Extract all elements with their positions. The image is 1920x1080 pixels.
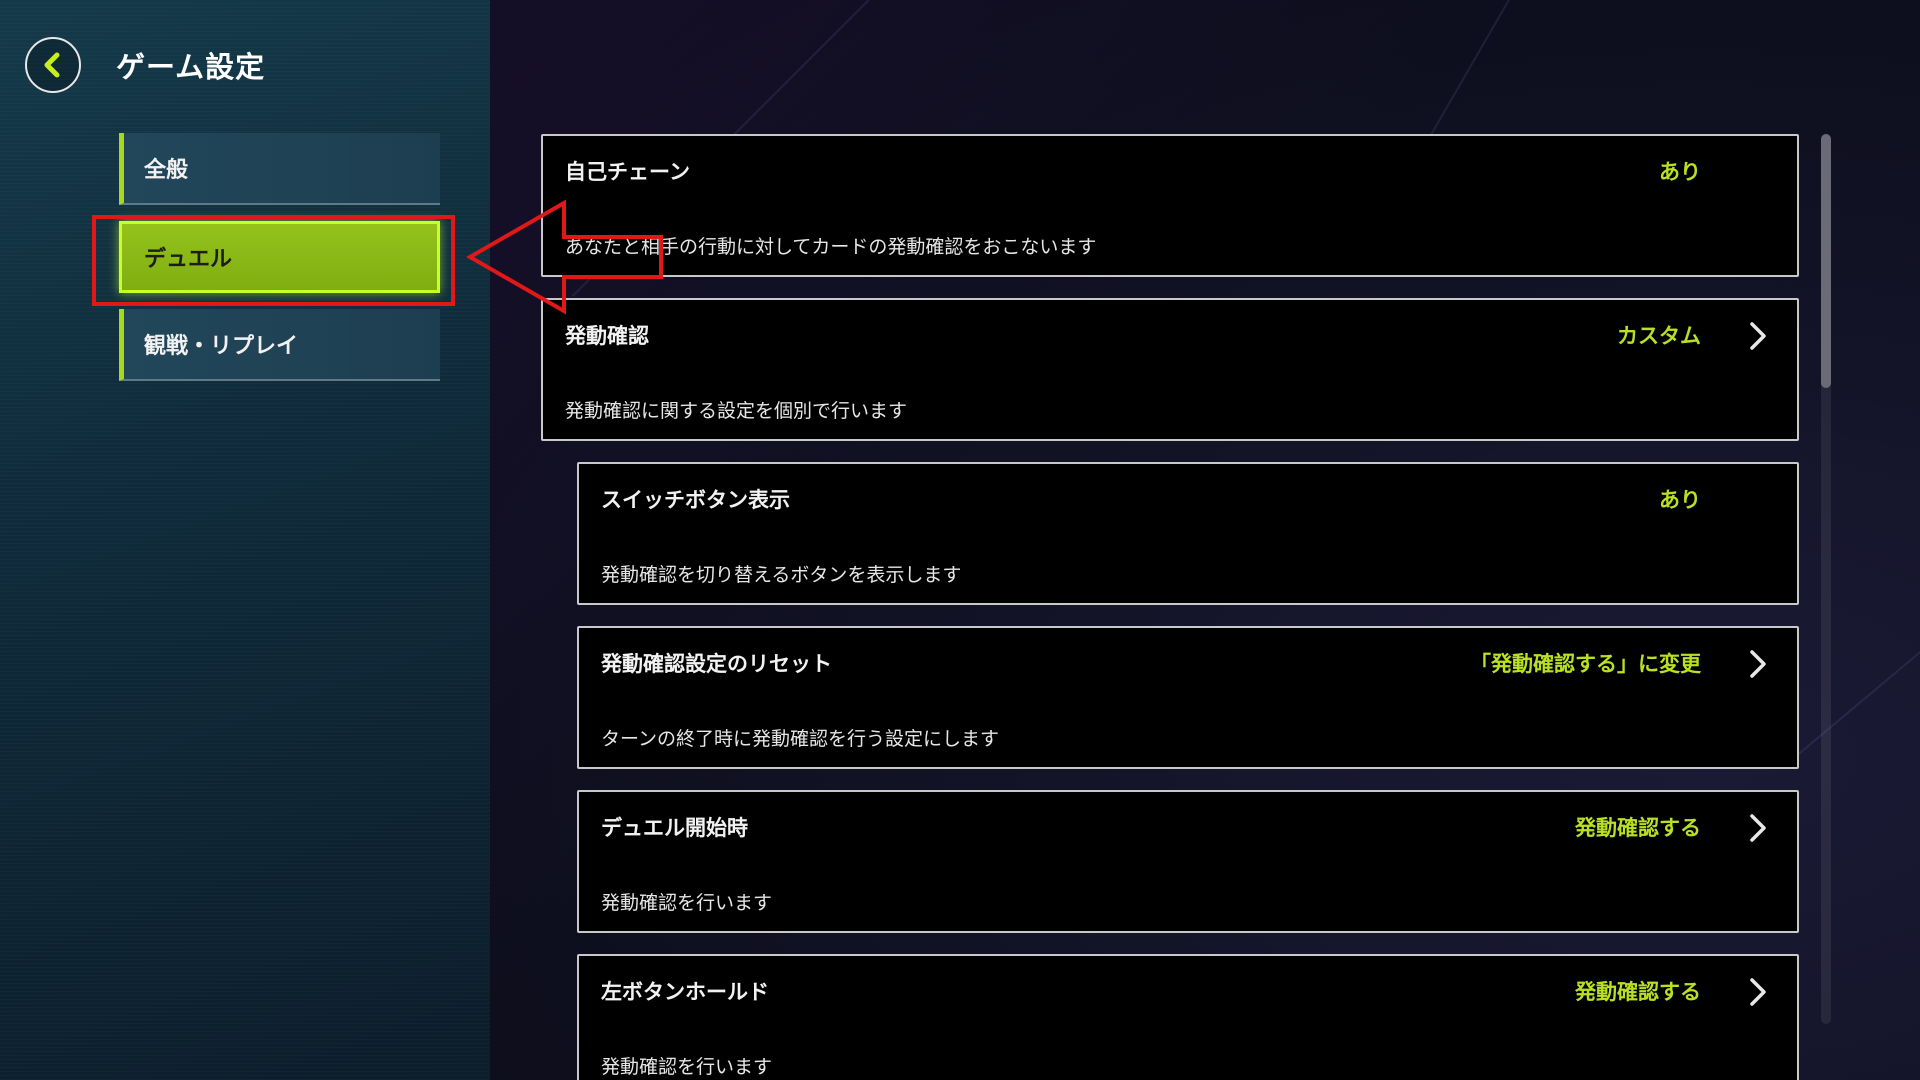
setting-activation-confirm[interactable]: 発動確認 カスタム 発動確認に関する設定を個別で行います [541,298,1799,441]
setting-reset-activation[interactable]: 発動確認設定のリセット 「発動確認する」に変更 ターンの終了時に発動確認を行う設… [577,626,1799,769]
setting-switch-button-display[interactable]: スイッチボタン表示 あり 発動確認を切り替えるボタンを表示します [577,462,1799,605]
setting-title: デュエル開始時 [601,816,748,840]
tab-label: 観戦・リプレイ [144,334,299,359]
setting-description: 発動確認を切り替えるボタンを表示します [601,564,962,586]
settings-sidebar: ゲーム設定 全般 デュエル 観戦・リプレイ [0,0,490,1080]
setting-title: 発動確認設定のリセット [601,652,832,676]
setting-left-button-hold[interactable]: 左ボタンホールド 発動確認する 発動確認を行います [577,954,1799,1080]
setting-description: ターンの終了時に発動確認を行う設定にします [601,728,1000,750]
setting-title: 自己チェーン [565,160,690,184]
tab-general[interactable]: 全般 [119,133,440,205]
chevron-left-icon [44,52,60,78]
setting-description: 発動確認を行います [601,1056,773,1078]
back-button[interactable] [25,37,81,93]
arrow-left-outline-icon [465,199,663,315]
setting-title: 左ボタンホールド [601,980,769,1004]
scrollbar-thumb[interactable] [1821,134,1831,388]
setting-self-chain[interactable]: 自己チェーン あり あなたと相手の行動に対してカードの発動確認をおこないます [541,134,1799,277]
setting-duel-start[interactable]: デュエル開始時 発動確認する 発動確認を行います [577,790,1799,933]
scrollbar-track[interactable] [1821,134,1831,1024]
setting-value: あり [1659,160,1701,184]
setting-title: 発動確認 [565,324,649,348]
setting-value: カスタム [1617,324,1701,348]
setting-value: 発動確認する [1575,816,1701,840]
setting-value: 「発動確認する」に変更 [1470,652,1701,676]
background-decoration [1790,631,1920,762]
chevron-right-icon [1750,650,1766,678]
page-title: ゲーム設定 [116,50,266,84]
tab-label: 全般 [144,158,189,183]
chevron-right-icon [1750,322,1766,350]
chevron-right-icon [1750,978,1766,1006]
annotation-highlight-box [92,215,455,306]
setting-value: あり [1659,488,1701,512]
setting-description: 発動確認に関する設定を個別で行います [565,400,908,422]
tab-watch-replay[interactable]: 観戦・リプレイ [119,309,440,381]
setting-description: 発動確認を行います [601,892,773,914]
setting-value: 発動確認する [1575,980,1701,1004]
chevron-right-icon [1750,814,1766,842]
setting-title: スイッチボタン表示 [601,488,790,512]
